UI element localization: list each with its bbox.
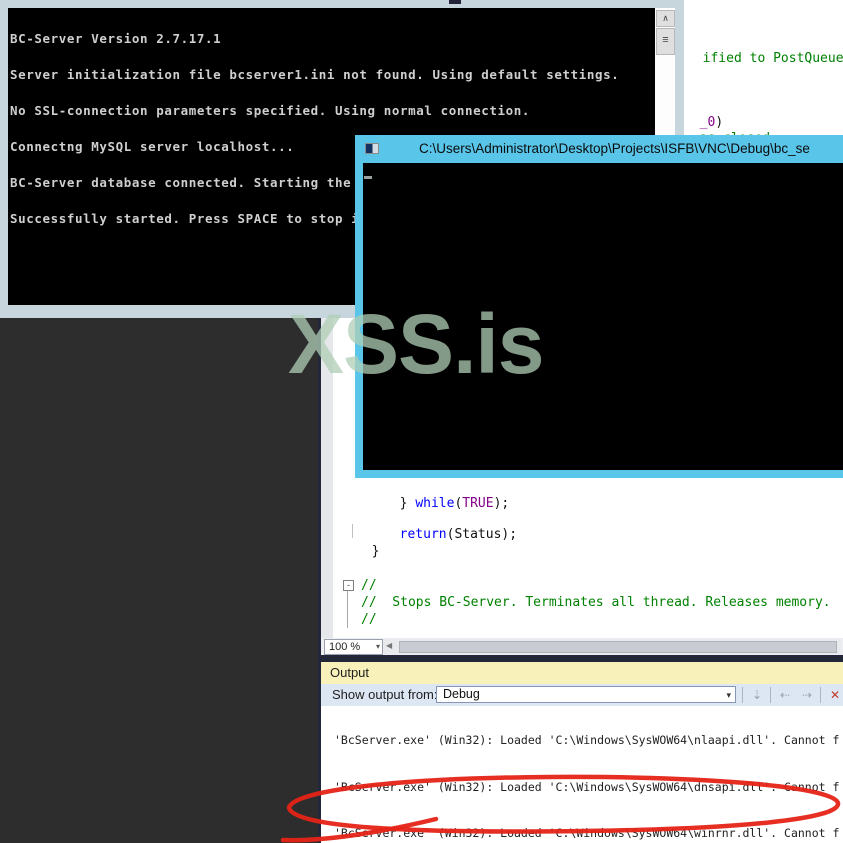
code-comment-text: ified to PostQueuedComp bbox=[702, 51, 843, 66]
clear-all-button[interactable]: ✕ bbox=[826, 686, 843, 704]
console-line: No SSL-connection parameters specified. … bbox=[10, 103, 531, 118]
collapse-minus-icon: - bbox=[347, 580, 350, 590]
code-paren-close-2: ); bbox=[501, 527, 518, 542]
code-comment-2: // Stops BC-Server. Terminates all threa… bbox=[361, 595, 831, 610]
horizontal-scrollbar[interactable]: ◀ bbox=[383, 639, 841, 654]
toolbar-separator bbox=[770, 687, 771, 703]
code-keyword-return: return bbox=[399, 527, 447, 542]
code-paren-close: ); bbox=[493, 496, 510, 511]
code-line-return: return(Status); bbox=[384, 512, 517, 542]
scrollbar-thumb[interactable]: ≡ bbox=[656, 28, 675, 55]
code-line-comment-fragment: ified to PostQueuedComp bbox=[687, 36, 843, 66]
goto-message-icon: ⇣ bbox=[751, 688, 763, 702]
goto-message-button[interactable]: ⇣ bbox=[748, 686, 766, 704]
output-source-combobox[interactable]: Debug ▾ bbox=[436, 686, 736, 703]
zoom-level-value: 100 % bbox=[329, 641, 361, 653]
chevron-down-icon: ▾ bbox=[726, 690, 731, 700]
scroll-up-button[interactable]: ∧ bbox=[656, 10, 675, 27]
console-line: BC-Server Version 2.7.17.1 bbox=[10, 31, 222, 46]
output-log-line: 'BcServer.exe' (Win32): Loaded 'C:\Windo… bbox=[334, 733, 840, 747]
show-output-from-label: Show output from: bbox=[332, 687, 438, 702]
code-macro-true: TRUE bbox=[462, 496, 494, 511]
outline-collapse-box[interactable]: - bbox=[343, 580, 354, 591]
outline-guide-line bbox=[347, 591, 348, 628]
panel-divider bbox=[318, 655, 843, 662]
console-line: Server initialization file bcserver1.ini… bbox=[10, 67, 620, 82]
output-panel-header[interactable]: Output bbox=[321, 662, 843, 684]
code-identifier-status: Status bbox=[454, 527, 502, 542]
toolbar-separator bbox=[742, 687, 743, 703]
watermark-text: XSS.is bbox=[288, 297, 544, 391]
window-titlebar-remnant bbox=[449, 0, 461, 4]
output-log-line: 'BcServer.exe' (Win32): Loaded 'C:\Windo… bbox=[334, 826, 840, 840]
clear-all-icon: ✕ bbox=[829, 688, 841, 702]
console-window-icon[interactable] bbox=[365, 143, 379, 154]
code-line-closing-brace: } bbox=[356, 529, 380, 559]
output-panel-title: Output bbox=[330, 665, 370, 680]
next-message-button[interactable]: ⇢ bbox=[798, 686, 816, 704]
output-log: 'BcServer.exe' (Win32): Loaded 'C:\Windo… bbox=[334, 706, 839, 843]
toolbar-separator bbox=[820, 687, 821, 703]
output-log-line: 'BcServer.exe' (Win32): Loaded 'C:\Windo… bbox=[334, 779, 840, 794]
output-toolbar: Show output from: Debug ▾ ⇣ ⇠ ⇢ ✕ bbox=[321, 684, 843, 706]
code-line-while: } while(TRUE); bbox=[384, 481, 510, 511]
console-window-title: C:\Users\Administrator\Desktop\Projects\… bbox=[419, 141, 810, 156]
next-message-icon: ⇢ bbox=[801, 688, 813, 702]
code-brace: } bbox=[399, 496, 416, 511]
code-comment-3: // bbox=[361, 612, 377, 627]
output-panel: Output Show output from: Debug ▾ ⇣ ⇠ ⇢ ✕… bbox=[321, 662, 843, 843]
console-titlebar[interactable]: C:\Users\Administrator\Desktop\Projects\… bbox=[355, 135, 843, 163]
chevron-down-icon: ▾ bbox=[375, 642, 380, 651]
scroll-up-icon: ∧ bbox=[662, 13, 669, 23]
horizontal-scrollbar-thumb[interactable] bbox=[399, 641, 837, 653]
code-comment-1: // bbox=[361, 578, 377, 593]
previous-message-button[interactable]: ⇠ bbox=[776, 686, 794, 704]
output-source-value: Debug bbox=[443, 687, 480, 701]
previous-message-icon: ⇠ bbox=[779, 688, 791, 702]
brace-guide-line bbox=[352, 524, 353, 538]
output-text-area[interactable]: 'BcServer.exe' (Win32): Loaded 'C:\Windo… bbox=[321, 706, 843, 843]
zoom-level-select[interactable]: 100 % ▾ bbox=[324, 639, 383, 655]
xss-is-watermark: XSS.is bbox=[288, 296, 544, 393]
code-brace-close: } bbox=[371, 544, 380, 559]
editor-bottom-bar: 100 % ▾ ◀ bbox=[321, 638, 843, 655]
scroll-left-icon[interactable]: ◀ bbox=[386, 641, 392, 650]
console-cursor bbox=[364, 176, 372, 179]
scrollbar-grip-icon: ≡ bbox=[662, 34, 669, 46]
code-keyword-while: while bbox=[415, 496, 455, 511]
